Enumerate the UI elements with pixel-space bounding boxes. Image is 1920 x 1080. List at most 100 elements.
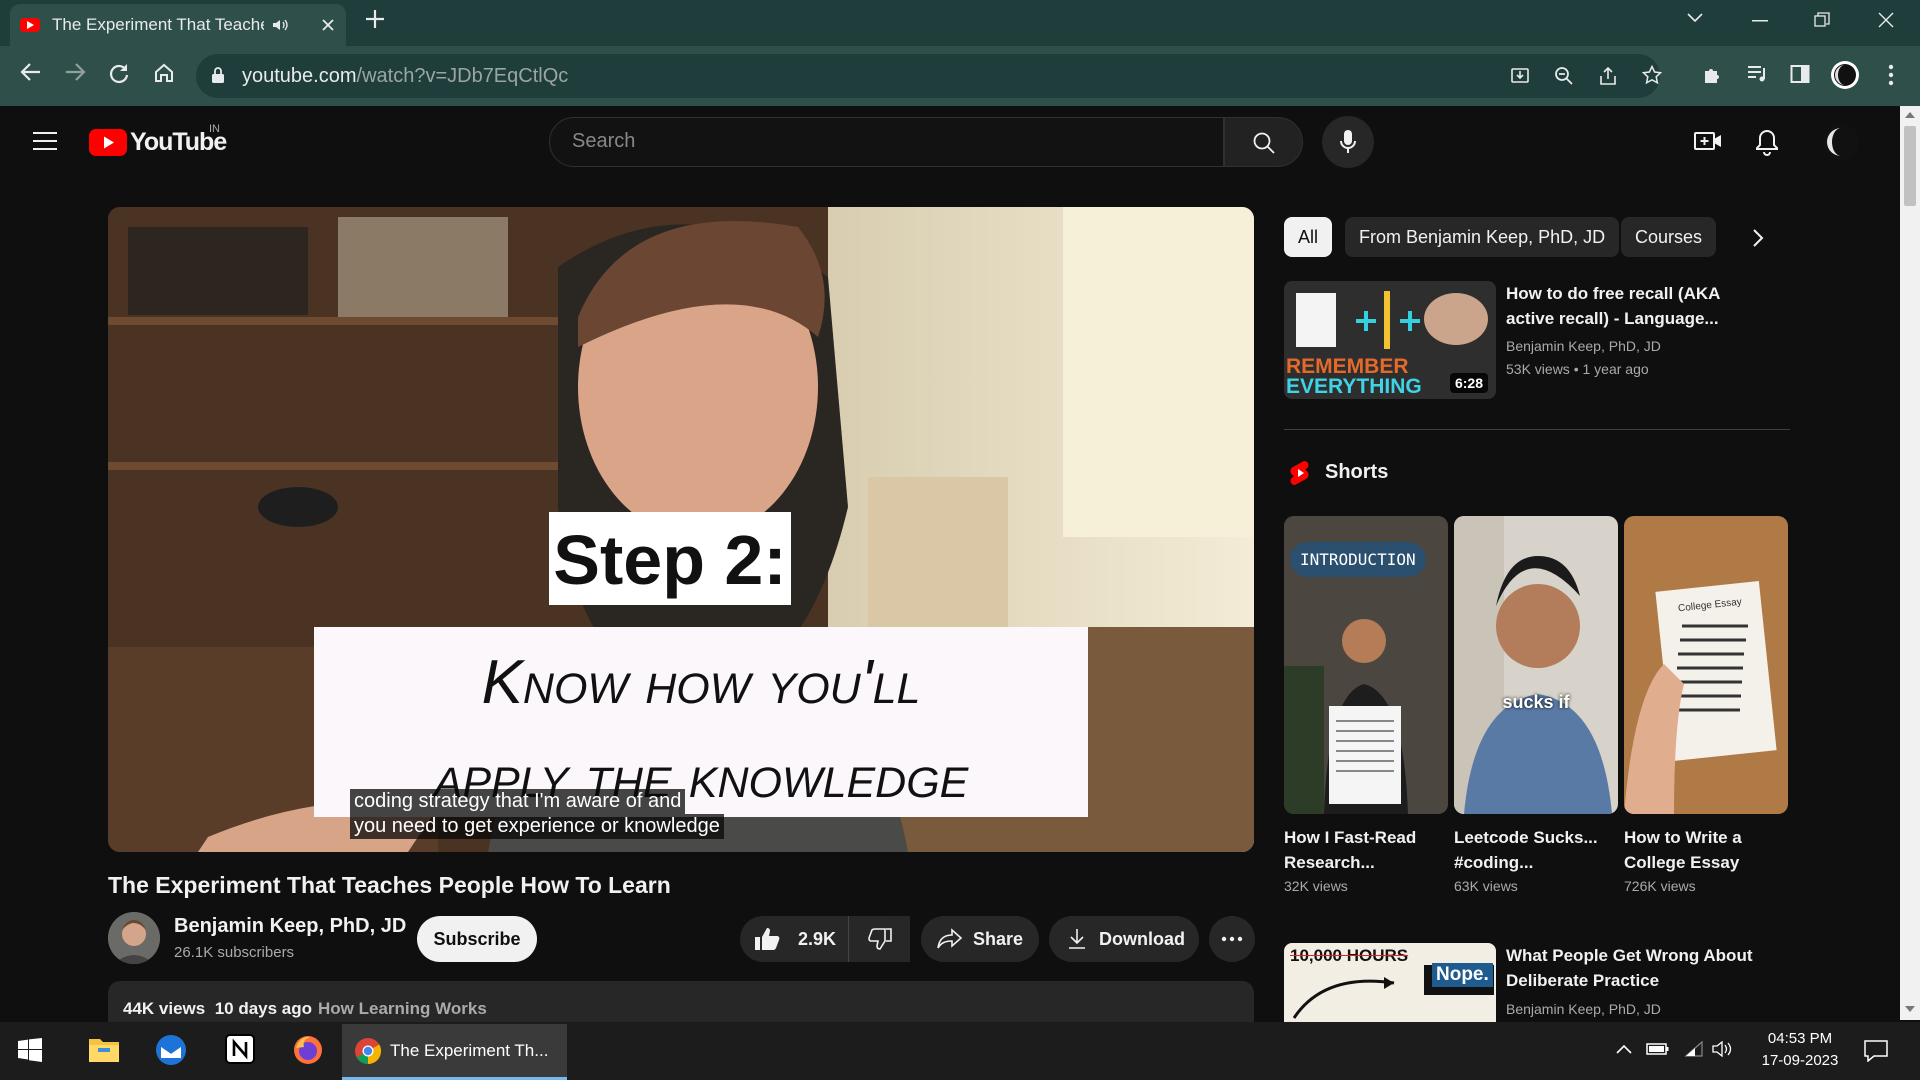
lock-icon[interactable]	[212, 67, 224, 83]
shorts-logo-icon	[1290, 460, 1310, 486]
chip-courses[interactable]: Courses	[1621, 217, 1717, 257]
search-button[interactable]	[1224, 117, 1303, 167]
short-title[interactable]: Leetcode Sucks... #coding...	[1454, 825, 1614, 875]
address-bar[interactable]: youtube.com/watch?v=JDb7EqCtlQc	[196, 54, 1662, 98]
youtube-logo-icon	[89, 129, 127, 156]
mail-app-icon[interactable]	[154, 1034, 186, 1066]
youtube-logo[interactable]: YouTube IN	[89, 123, 227, 157]
extensions-puzzle-icon[interactable]	[1702, 64, 1724, 86]
page-scrollbar[interactable]	[1900, 106, 1920, 1020]
taskbar-chrome-window[interactable]: The Experiment Th...	[342, 1024, 567, 1080]
channel-name[interactable]: Benjamin Keep, PhD, JD	[174, 915, 406, 938]
microphone-icon	[1339, 129, 1357, 155]
video-frame: Step 2: Know how you'll apply the knowle…	[108, 207, 1254, 852]
short-views: 32K views	[1284, 878, 1348, 894]
chrome-menu-icon[interactable]	[1888, 64, 1894, 86]
hashtag-link[interactable]: How Learning Works	[318, 999, 487, 1018]
back-icon[interactable]	[20, 62, 42, 82]
channel-avatar[interactable]	[108, 912, 160, 964]
close-tab-icon[interactable]	[320, 17, 336, 33]
account-avatar-icon[interactable]	[1822, 123, 1860, 161]
notifications-bell-icon[interactable]	[1755, 128, 1779, 156]
search-input[interactable]	[572, 130, 1192, 153]
system-clock[interactable]: 04:53 PM 17-09-2023	[1750, 1028, 1850, 1072]
chrome-icon	[354, 1037, 382, 1065]
firefox-icon[interactable]	[292, 1034, 324, 1066]
browser-tab[interactable]: The Experiment That Teaches	[10, 4, 346, 46]
recommended-channel[interactable]: Benjamin Keep, PhD, JD	[1506, 335, 1661, 357]
video-title: The Experiment That Teaches People How T…	[108, 872, 671, 898]
short-title[interactable]: How to Write a College Essay	[1624, 825, 1784, 875]
share-page-icon[interactable]	[1598, 66, 1618, 86]
thumbs-down-icon	[867, 928, 892, 950]
windows-start-icon[interactable]	[18, 1038, 50, 1070]
notion-icon[interactable]	[225, 1034, 257, 1066]
more-actions-button[interactable]	[1209, 916, 1255, 962]
voice-search-button[interactable]	[1322, 116, 1374, 168]
short-thumb-text: INTRODUCTION	[1290, 542, 1426, 577]
restore-icon[interactable]	[1814, 12, 1830, 28]
tab-search-chevron-icon[interactable]	[1686, 12, 1704, 24]
minimize-icon[interactable]	[1752, 20, 1768, 22]
thumb-text-remember: REMEMBER	[1286, 355, 1409, 378]
share-button[interactable]: Share	[921, 916, 1039, 962]
recommended-title[interactable]: How to do free recall (AKA active recall)…	[1506, 281, 1720, 331]
overlay-step-text: Step 2:	[553, 521, 786, 599]
chevron-right-icon[interactable]	[1752, 228, 1764, 248]
short-thumbnail[interactable]: College Essay	[1624, 516, 1788, 814]
home-icon[interactable]	[153, 62, 175, 84]
download-icon	[1067, 928, 1087, 950]
dislike-button[interactable]	[848, 916, 910, 962]
overlay-line1-text: Know how you'll	[482, 648, 921, 717]
recommended-thumbnail[interactable]: REMEMBER EVERYTHING 6:28	[1284, 281, 1496, 399]
speaker-icon[interactable]	[272, 18, 288, 32]
download-button[interactable]: Download	[1049, 916, 1199, 962]
zoom-icon[interactable]	[1554, 66, 1574, 86]
bookmark-star-icon[interactable]	[1642, 65, 1662, 85]
taskbar-chrome-label: The Experiment Th...	[390, 1040, 549, 1060]
browser-tab-strip: The Experiment That Teaches	[0, 0, 1920, 46]
profile-avatar-icon[interactable]	[1830, 60, 1860, 90]
media-control-icon[interactable]	[1746, 64, 1768, 84]
short-thumbnail[interactable]: INTRODUCTION	[1284, 516, 1448, 814]
region-code: IN	[209, 123, 220, 135]
forward-icon[interactable]	[64, 62, 86, 82]
scrollbar-thumb[interactable]	[1904, 126, 1916, 206]
short-thumbnail[interactable]: sucks if	[1454, 516, 1618, 814]
guide-menu-icon[interactable]	[33, 131, 57, 151]
battery-icon[interactable]	[1646, 1042, 1670, 1056]
short-views: 63K views	[1454, 878, 1518, 894]
side-panel-icon[interactable]	[1790, 64, 1810, 84]
subscribe-button[interactable]: Subscribe	[417, 916, 537, 962]
file-explorer-icon[interactable]	[88, 1034, 120, 1066]
close-window-icon[interactable]	[1878, 12, 1894, 28]
video-duration: 6:28	[1449, 373, 1488, 393]
short-thumb-text: sucks if	[1502, 692, 1570, 712]
install-app-icon[interactable]	[1510, 66, 1530, 86]
caption-line2: you need to get experience or knowledge	[350, 814, 724, 839]
scroll-up-icon[interactable]	[1905, 112, 1915, 118]
reload-icon[interactable]	[108, 62, 130, 84]
scroll-down-icon[interactable]	[1905, 1006, 1915, 1012]
url-text: youtube.com/watch?v=JDb7EqCtlQc	[242, 65, 569, 87]
windows-taskbar	[0, 1022, 1920, 1080]
new-tab-icon[interactable]	[364, 8, 386, 30]
recommended-channel[interactable]: Benjamin Keep, PhD, JD	[1506, 998, 1661, 1020]
tray-chevron-up-icon[interactable]	[1616, 1044, 1632, 1054]
divider	[1284, 429, 1790, 430]
video-player[interactable]: Step 2: Know how you'll apply the knowle…	[108, 207, 1254, 852]
wifi-icon[interactable]	[1684, 1040, 1704, 1058]
chip-from-channel[interactable]: From Benjamin Keep, PhD, JD	[1345, 217, 1620, 257]
notification-center-icon[interactable]	[1864, 1040, 1888, 1062]
thumbs-up-icon	[754, 927, 780, 951]
chip-all[interactable]: All	[1284, 217, 1333, 257]
create-video-icon[interactable]	[1694, 129, 1722, 153]
recommended-title[interactable]: What People Get Wrong About Deliberate Pr…	[1506, 943, 1752, 993]
thumb-text-hours: 10,000 HOURS	[1290, 946, 1409, 965]
thumb-text-nope: Nope.	[1432, 963, 1493, 987]
shorts-heading: Shorts	[1325, 461, 1389, 483]
search-box	[549, 117, 1224, 167]
recommended-thumbnail[interactable]: 10,000 HOURS Nope.	[1284, 943, 1496, 1022]
volume-icon[interactable]	[1712, 1041, 1734, 1057]
short-title[interactable]: How I Fast-Read Research...	[1284, 825, 1444, 875]
